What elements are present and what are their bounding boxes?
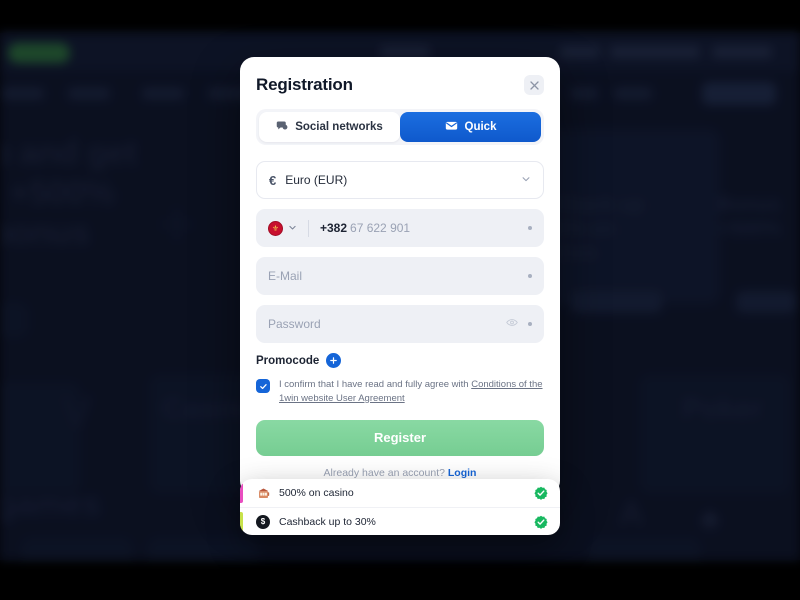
email-placeholder: E-Mail: [268, 269, 303, 283]
agreement-checkbox[interactable]: [256, 379, 270, 393]
required-indicator: [528, 226, 532, 230]
list-item[interactable]: $ Cashback up to 30%: [240, 507, 560, 535]
currency-value: Euro (EUR): [285, 173, 348, 187]
login-prompt: Already have an account? Login: [256, 467, 544, 479]
tab-quick-label: Quick: [464, 121, 497, 133]
bonus-accent-bar: [240, 483, 243, 503]
money-coin-icon: $: [256, 514, 270, 529]
close-icon: [529, 80, 539, 90]
chat-bubble-icon: [276, 120, 288, 135]
list-item[interactable]: 500% on casino: [240, 479, 560, 507]
eye-icon[interactable]: [506, 317, 518, 332]
promocode-section[interactable]: Promocode: [256, 353, 544, 368]
required-indicator: [528, 322, 532, 326]
phone-dial-code: +382: [320, 221, 348, 235]
register-button[interactable]: Register: [256, 419, 544, 456]
registration-method-tabs: Social networks Quick: [256, 109, 544, 145]
login-link[interactable]: Login: [448, 467, 477, 479]
screen-root: p and get t +500% bonus ✛ shback up 30% …: [0, 0, 800, 600]
tab-social-networks-label: Social networks: [295, 121, 383, 133]
euro-icon: €: [269, 172, 277, 188]
bonus-list: 500% on casino $ Cashback up to 30%: [240, 479, 560, 535]
page-title: Registration: [256, 75, 353, 94]
agreement-text: I confirm that I have read and fully agr…: [279, 378, 544, 406]
bonus-label: 500% on casino: [279, 487, 354, 499]
envelope-icon: [445, 119, 458, 135]
bonus-label: Cashback up to 30%: [279, 515, 376, 528]
tab-quick[interactable]: Quick: [400, 112, 541, 142]
password-placeholder: Password: [268, 317, 321, 331]
bonus-accent-bar: [240, 512, 243, 532]
phone-number-placeholder: 67 622 901: [350, 221, 411, 235]
tab-social-networks[interactable]: Social networks: [259, 112, 400, 142]
registration-modal: Registration Social networks Quick € Eur…: [240, 57, 560, 495]
currency-select[interactable]: € Euro (EUR): [256, 161, 544, 199]
slot-machine-icon: [256, 486, 270, 500]
verified-check-icon: [534, 515, 548, 529]
agreement-section: I confirm that I have read and fully agr…: [256, 378, 544, 406]
chevron-down-icon[interactable]: [288, 221, 297, 235]
close-button[interactable]: [524, 75, 544, 95]
promocode-label: Promocode: [256, 354, 320, 367]
montenegro-flag-icon: ⚜: [268, 220, 283, 236]
required-indicator: [528, 274, 532, 278]
modal-header: Registration: [256, 75, 544, 95]
email-field[interactable]: E-Mail: [256, 257, 544, 295]
plus-circle-icon[interactable]: [326, 353, 342, 368]
verified-check-icon: [534, 486, 548, 500]
password-field[interactable]: Password: [256, 305, 544, 343]
login-prompt-text: Already have an account?: [323, 466, 448, 479]
agreement-text-plain: I confirm that I have read and fully agr…: [279, 379, 472, 390]
chevron-down-icon: [521, 173, 531, 187]
field-divider: [308, 219, 309, 237]
phone-field[interactable]: ⚜ +382 67 622 901: [256, 209, 544, 247]
